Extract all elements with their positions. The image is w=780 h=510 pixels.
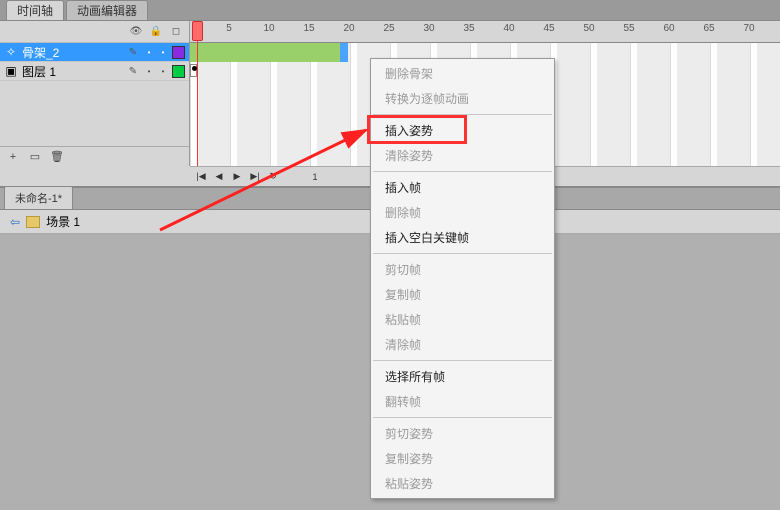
ruler-tick: 65 [703,23,714,34]
panel-tab-row: 时间轴 动画编辑器 [0,0,780,21]
layer-name-label: 骨架_2 [22,44,122,61]
eye-icon[interactable]: 👁 [129,25,143,39]
armature-span[interactable] [190,43,344,62]
menu-item[interactable]: 选择所有帧 [371,364,554,389]
pencil-icon[interactable]: ✎ [126,64,140,78]
menu-separator [373,253,552,254]
outline-icon[interactable]: ◻ [169,25,183,39]
step-back-button[interactable]: ◀ [212,170,226,184]
menu-item: 粘贴姿势 [371,471,554,496]
menu-item: 复制姿势 [371,446,554,471]
menu-separator [373,171,552,172]
goto-first-button[interactable]: |◀ [194,170,208,184]
menu-item: 剪切姿势 [371,421,554,446]
layer-panel: 👁 🔒 ◻ ✧ 骨架_2 ✎ • • ▣ 图层 1 ✎ • • + ▭ 🗑 [0,21,190,166]
selected-frame-marker [340,43,348,62]
play-button[interactable]: ▶ [230,170,244,184]
outline-color-chip[interactable] [172,65,185,78]
ruler-tick: 25 [383,23,394,34]
menu-item: 清除姿势 [371,143,554,168]
menu-item: 删除骨架 [371,61,554,86]
frame-ruler[interactable]: 1510152025303540455055606570 [190,21,780,43]
layer-type-icon: ✧ [4,45,18,59]
visibility-dot[interactable]: • [144,48,154,57]
layer-row[interactable]: ▣ 图层 1 ✎ • • [0,62,189,81]
menu-item: 剪切帧 [371,257,554,282]
document-tab[interactable]: 未命名-1* [4,186,73,209]
new-folder-button[interactable]: ▭ [28,150,42,164]
ruler-tick: 15 [303,23,314,34]
tab-timeline[interactable]: 时间轴 [6,0,64,20]
lock-dot[interactable]: • [158,67,168,76]
menu-item[interactable]: 插入帧 [371,175,554,200]
menu-separator [373,114,552,115]
playhead-handle[interactable] [192,21,203,41]
menu-item: 转换为逐帧动画 [371,86,554,111]
visibility-dot[interactable]: • [144,67,154,76]
lock-icon[interactable]: 🔒 [149,25,163,39]
ruler-tick: 50 [583,23,594,34]
layer-footer: + ▭ 🗑 [0,146,189,166]
menu-item: 清除帧 [371,332,554,357]
menu-item: 粘贴帧 [371,307,554,332]
ruler-tick: 45 [543,23,554,34]
menu-separator [373,360,552,361]
ruler-tick: 70 [743,23,754,34]
ruler-tick: 60 [663,23,674,34]
ruler-tick: 30 [423,23,434,34]
layer-name-label: 图层 1 [22,63,122,80]
loop-button[interactable]: ↻ [266,170,280,184]
ruler-tick: 55 [623,23,634,34]
pencil-icon[interactable]: ✎ [126,45,140,59]
menu-separator [373,417,552,418]
scene-name[interactable]: 场景 1 [46,213,80,230]
lock-dot[interactable]: • [158,48,168,57]
tab-motion-editor[interactable]: 动画编辑器 [66,0,148,20]
ruler-tick: 10 [263,23,274,34]
step-forward-button[interactable]: ▶| [248,170,262,184]
context-menu[interactable]: 删除骨架转换为逐帧动画插入姿势清除姿势插入帧删除帧插入空白关键帧剪切帧复制帧粘贴… [370,58,555,499]
ruler-tick: 20 [343,23,354,34]
scene-icon [26,216,40,228]
menu-item: 复制帧 [371,282,554,307]
layer-row[interactable]: ✧ 骨架_2 ✎ • • [0,43,189,62]
menu-item: 翻转帧 [371,389,554,414]
layer-header: 👁 🔒 ◻ [0,21,189,43]
ruler-tick: 35 [463,23,474,34]
playhead-line [197,21,198,166]
current-frame-display: 1 [308,170,322,184]
ruler-tick: 40 [503,23,514,34]
menu-item[interactable]: 插入空白关键帧 [371,225,554,250]
delete-layer-button[interactable]: 🗑 [50,150,64,164]
back-arrow-icon[interactable]: ⇦ [10,215,20,229]
menu-item: 删除帧 [371,200,554,225]
outline-color-chip[interactable] [172,46,185,59]
layer-type-icon: ▣ [4,64,18,78]
ruler-tick: 5 [226,23,232,34]
new-layer-button[interactable]: + [6,150,20,164]
menu-item[interactable]: 插入姿势 [371,118,554,143]
